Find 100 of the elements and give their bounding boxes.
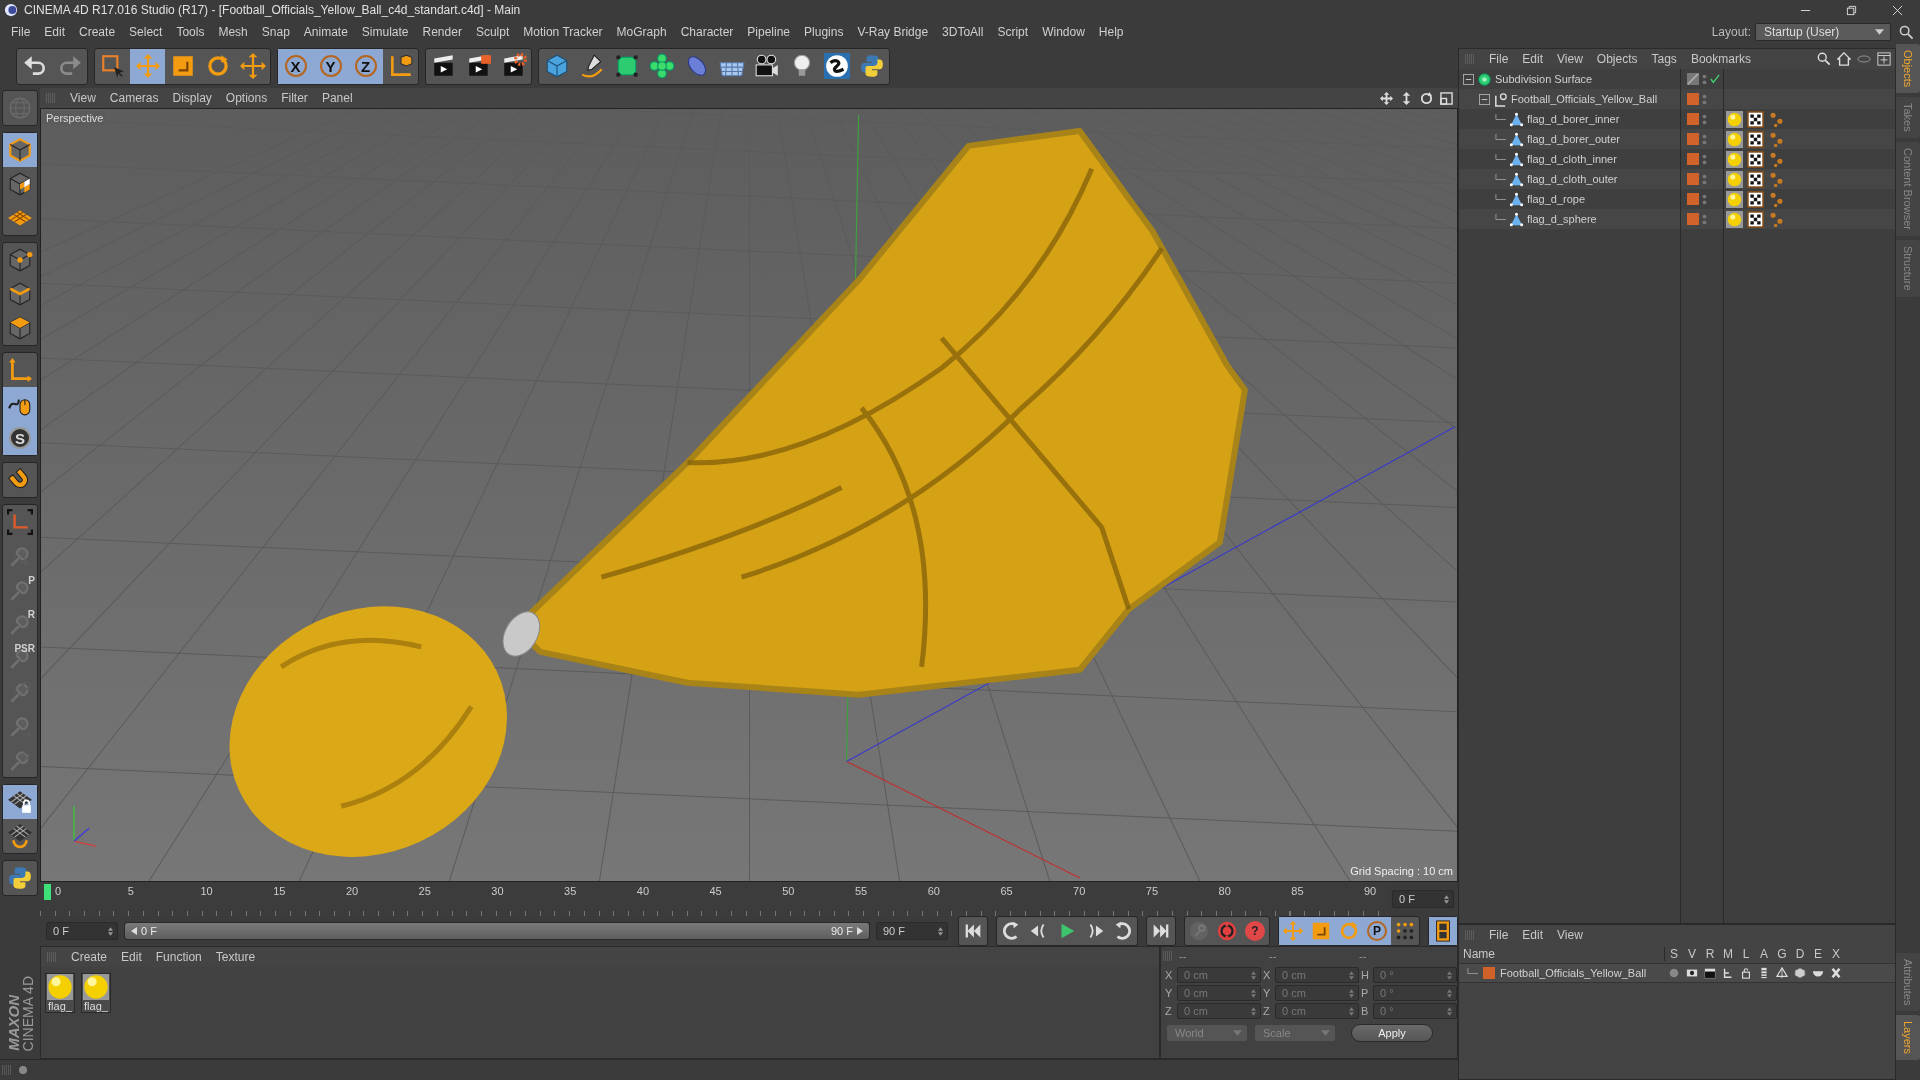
menu-item[interactable]: V-Ray Bridge [850,23,936,41]
menu-item[interactable]: Animate [296,23,355,41]
material-sphere-icon[interactable] [1726,150,1743,168]
hierarchy-icon[interactable] [1722,967,1734,979]
menu-item[interactable]: Cameras [103,90,165,106]
menu-item[interactable]: File [4,23,38,41]
menu-item[interactable]: Edit [1516,927,1550,943]
menu-item[interactable]: Panel [315,90,359,106]
new-panel-icon[interactable] [1877,52,1891,66]
maximize-icon[interactable] [1440,91,1453,105]
visibility-dots-icon[interactable] [1702,152,1707,166]
object-name[interactable]: flag_d_borer_outer [1527,133,1620,145]
dot-icon[interactable] [1668,967,1680,979]
checker-icon[interactable] [1747,150,1764,168]
dots-icon[interactable] [1768,110,1785,128]
visibility-dots-icon[interactable] [1702,192,1707,206]
menu-item[interactable]: Create [65,949,114,965]
clapperboard-icon[interactable] [1704,967,1716,979]
transport-button[interactable] [1429,917,1457,945]
menu-item[interactable]: Options [219,90,274,106]
menu-item[interactable]: Mesh [211,23,255,41]
menu-item[interactable]: Plugins [797,23,851,41]
layer-swatch[interactable] [1687,93,1699,105]
pan-icon[interactable] [1380,91,1393,105]
layer-swatch[interactable] [1687,153,1699,165]
pyramid-icon[interactable] [1776,967,1788,979]
dots-icon[interactable] [1768,210,1785,228]
menu-item[interactable]: Motion Tracker [516,23,610,41]
layout-dropdown[interactable]: Startup (User) [1755,23,1891,41]
check-icon[interactable] [1710,74,1720,84]
visibility-dots-icon[interactable] [1702,212,1707,226]
menu-item[interactable]: Edit [37,23,73,41]
visibility-dots-icon[interactable] [1702,72,1707,86]
x-shape-icon[interactable] [1830,967,1842,979]
checker-icon[interactable] [1747,110,1764,128]
menu-item[interactable]: Help [1091,23,1131,41]
menu-item[interactable]: MoGraph [609,23,674,41]
orbit-icon[interactable] [1420,91,1433,105]
menu-item[interactable]: Select [122,23,170,41]
range-slider-bar[interactable]: 0 F 90 F [125,923,869,939]
bars-icon[interactable] [1758,967,1770,979]
menu-item[interactable]: Filter [275,90,314,106]
menu-item[interactable]: Character [673,23,741,41]
menu-item[interactable]: Window [1035,23,1092,41]
dots-icon[interactable] [1768,150,1785,168]
menu-item[interactable]: Tags [1645,51,1683,67]
menu-item[interactable]: Create [72,23,123,41]
object-name[interactable]: flag_d_cloth_inner [1527,153,1617,165]
menu-item[interactable]: Objects [1590,51,1644,67]
layer-swatch[interactable] [1687,133,1699,145]
dots-icon[interactable] [1768,170,1785,188]
visibility-dots-icon[interactable] [1702,172,1707,186]
menu-item[interactable]: Bookmarks [1684,51,1757,67]
layer-swatch[interactable] [1687,173,1699,185]
tool-button[interactable] [3,785,37,819]
tool-button[interactable]: X [278,48,313,84]
menu-item[interactable]: Script [990,23,1036,41]
menu-item[interactable]: 3DToAll [935,23,991,41]
menu-item[interactable]: Display [166,90,218,106]
tool-button[interactable]: Y [313,48,348,84]
layer-swatch[interactable] [1687,213,1699,225]
object-name[interactable]: flag_d_sphere [1527,213,1597,225]
checker-icon[interactable] [1747,190,1764,208]
menu-item[interactable]: File [1483,51,1515,67]
side-tab[interactable]: Objects [1896,44,1920,94]
checker-icon[interactable] [1747,210,1764,228]
material-sphere-icon[interactable] [1726,190,1743,208]
checker-icon[interactable] [1747,170,1764,188]
material-sphere-icon[interactable] [1726,170,1743,188]
home-icon[interactable] [1837,52,1851,66]
menu-item[interactable]: Tools [169,23,212,41]
menu-item[interactable]: Edit [115,949,148,965]
layer-swatch[interactable] [1687,193,1699,205]
layer-swatch[interactable] [1483,967,1495,979]
start-frame-field[interactable]: 0 F [46,922,118,940]
collapse-toggle-icon[interactable] [1479,93,1490,105]
checker-icon[interactable] [1747,130,1764,148]
menu-item[interactable]: View [64,90,102,106]
search-icon[interactable] [1817,52,1831,66]
layer-swatch[interactable] [1687,113,1699,125]
object-name[interactable]: Subdivision Surface [1495,73,1593,85]
dots-icon[interactable] [1768,190,1785,208]
object-name[interactable]: flag_d_borer_inner [1527,113,1620,125]
menu-item[interactable]: View [1551,51,1589,67]
menu-item[interactable]: Function [149,949,208,965]
visibility-dots-icon[interactable] [1702,92,1707,106]
menu-item[interactable]: Texture [209,949,262,965]
tool-button[interactable] [130,48,165,84]
end-frame-field[interactable]: 90 F [876,922,948,940]
eye-icon[interactable] [1686,967,1698,979]
material-sphere-icon[interactable] [1726,130,1743,148]
menu-item[interactable]: Sculpt [468,23,517,41]
object-name[interactable]: flag_d_rope [1527,193,1586,205]
apply-button[interactable]: Apply [1351,1024,1433,1042]
current-frame-field[interactable]: 0 F [1392,890,1454,908]
side-tab[interactable]: Layers [1896,1014,1920,1060]
object-name[interactable]: flag_d_cloth_outer [1527,173,1618,185]
menu-item[interactable]: Render [415,23,469,41]
menu-item[interactable]: Edit [1516,51,1550,67]
tool-button[interactable] [3,387,37,421]
